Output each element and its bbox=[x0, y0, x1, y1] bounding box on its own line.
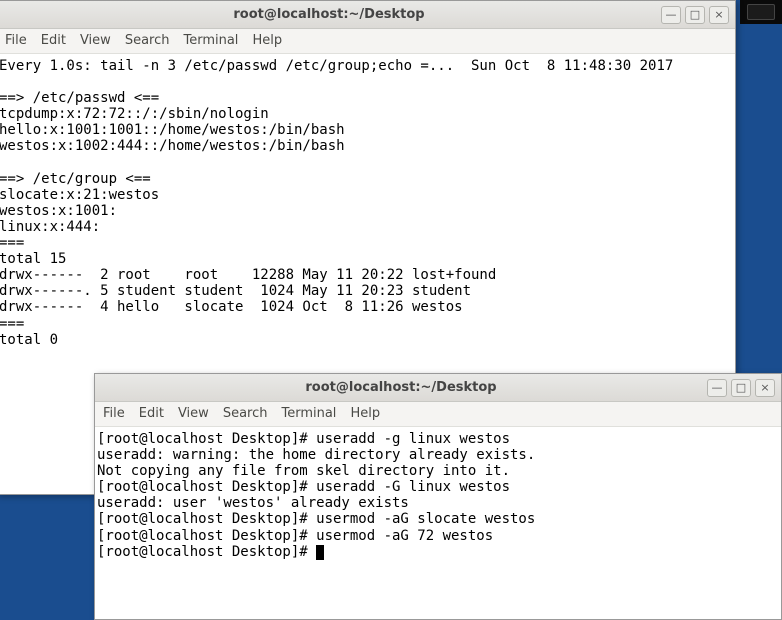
terminal-line bbox=[0, 74, 733, 90]
taskbar-fragment bbox=[740, 0, 782, 24]
terminal-line: drwx------. 5 student student 1024 May 1… bbox=[0, 283, 733, 299]
menubar: File Edit View Search Terminal Help bbox=[0, 29, 735, 54]
close-button[interactable]: × bbox=[709, 6, 729, 24]
terminal-line: Not copying any file from skel directory… bbox=[97, 463, 779, 479]
menu-edit[interactable]: Edit bbox=[41, 33, 66, 48]
terminal-line: Every 1.0s: tail -n 3 /etc/passwd /etc/g… bbox=[0, 58, 733, 74]
terminal-line: ==> /etc/passwd <== bbox=[0, 90, 733, 106]
terminal-line: drwx------ 4 hello slocate 1024 Oct 8 11… bbox=[0, 299, 733, 315]
terminal-line: [root@localhost Desktop]# bbox=[97, 544, 779, 560]
titlebar[interactable]: root@localhost:~/Desktop — □ × bbox=[95, 374, 781, 402]
menu-view[interactable]: View bbox=[80, 33, 111, 48]
terminal-line: total 15 bbox=[0, 251, 733, 267]
menu-help[interactable]: Help bbox=[252, 33, 282, 48]
close-button[interactable]: × bbox=[755, 379, 775, 397]
terminal-line: slocate:x:21:westos bbox=[0, 187, 733, 203]
terminal-line: useradd: user 'westos' already exists bbox=[97, 495, 779, 511]
terminal-line: tcpdump:x:72:72::/:/sbin/nologin bbox=[0, 106, 733, 122]
terminal-line: westos:x:1002:444::/home/westos:/bin/bas… bbox=[0, 138, 733, 154]
menu-help[interactable]: Help bbox=[350, 406, 380, 421]
terminal-output[interactable]: [root@localhost Desktop]# useradd -g lin… bbox=[95, 427, 781, 564]
menu-search[interactable]: Search bbox=[223, 406, 268, 421]
terminal-line bbox=[0, 155, 733, 171]
menu-file[interactable]: File bbox=[103, 406, 125, 421]
terminal-line: linux:x:444: bbox=[0, 219, 733, 235]
titlebar[interactable]: root@localhost:~/Desktop — □ × bbox=[0, 1, 735, 29]
terminal-window-2: root@localhost:~/Desktop — □ × File Edit… bbox=[94, 373, 782, 620]
menu-search[interactable]: Search bbox=[125, 33, 170, 48]
menu-terminal[interactable]: Terminal bbox=[183, 33, 238, 48]
cursor bbox=[316, 545, 324, 560]
menubar: File Edit View Search Terminal Help bbox=[95, 402, 781, 427]
menu-terminal[interactable]: Terminal bbox=[281, 406, 336, 421]
menu-file[interactable]: File bbox=[5, 33, 27, 48]
window-controls: — □ × bbox=[661, 6, 735, 24]
menu-view[interactable]: View bbox=[178, 406, 209, 421]
window-controls: — □ × bbox=[707, 379, 781, 397]
terminal-line: [root@localhost Desktop]# usermod -aG 72… bbox=[97, 528, 779, 544]
terminal-line: [root@localhost Desktop]# usermod -aG sl… bbox=[97, 511, 779, 527]
terminal-line: [root@localhost Desktop]# useradd -g lin… bbox=[97, 431, 779, 447]
window-title: root@localhost:~/Desktop bbox=[95, 380, 707, 395]
window-title: root@localhost:~/Desktop bbox=[0, 7, 661, 22]
terminal-output[interactable]: Every 1.0s: tail -n 3 /etc/passwd /etc/g… bbox=[0, 54, 735, 352]
menu-edit[interactable]: Edit bbox=[139, 406, 164, 421]
minimize-button[interactable]: — bbox=[661, 6, 681, 24]
terminal-line: ==> /etc/group <== bbox=[0, 171, 733, 187]
taskbar-item[interactable] bbox=[747, 4, 775, 20]
terminal-line: drwx------ 2 root root 12288 May 11 20:2… bbox=[0, 267, 733, 283]
minimize-button[interactable]: — bbox=[707, 379, 727, 397]
terminal-line: === bbox=[0, 235, 733, 251]
maximize-button[interactable]: □ bbox=[731, 379, 751, 397]
terminal-line: westos:x:1001: bbox=[0, 203, 733, 219]
terminal-line: [root@localhost Desktop]# useradd -G lin… bbox=[97, 479, 779, 495]
terminal-line: useradd: warning: the home directory alr… bbox=[97, 447, 779, 463]
maximize-button[interactable]: □ bbox=[685, 6, 705, 24]
terminal-line: total 0 bbox=[0, 332, 733, 348]
terminal-line: hello:x:1001:1001::/home/westos:/bin/bas… bbox=[0, 122, 733, 138]
terminal-line: === bbox=[0, 316, 733, 332]
